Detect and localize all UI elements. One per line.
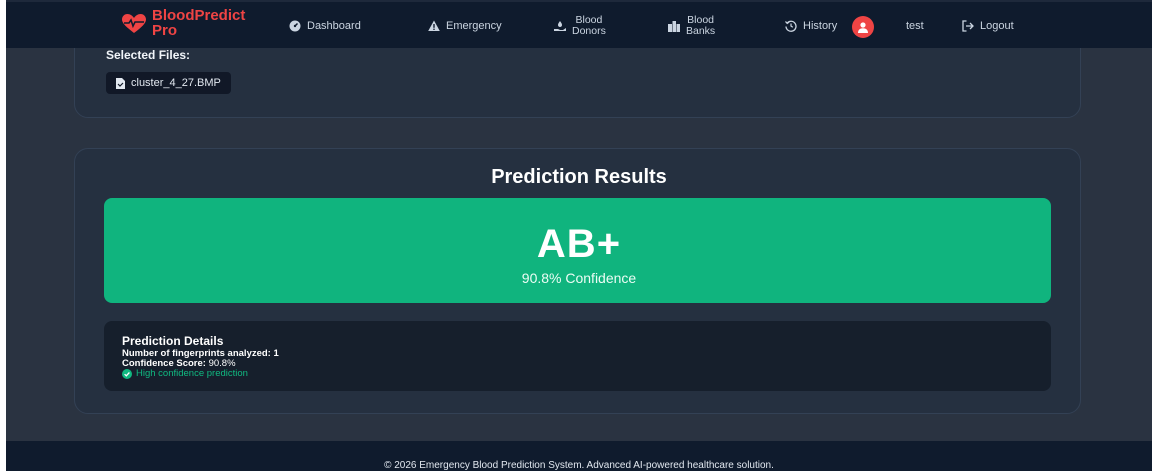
warning-icon	[428, 20, 440, 31]
footer-copyright: © 2026 Emergency Blood Prediction System…	[384, 460, 774, 471]
nav-dashboard[interactable]: Dashboard	[289, 2, 361, 50]
brand-suffix: Pro	[152, 22, 178, 39]
hand-holding-icon	[554, 21, 566, 31]
nav-banks-label-2: Banks	[686, 25, 716, 37]
results-title: Prediction Results	[491, 166, 667, 188]
username[interactable]: test	[906, 2, 924, 50]
nav-logout[interactable]: Logout	[962, 2, 1014, 50]
heartbeat-icon	[122, 14, 146, 33]
details-title: Prediction Details	[122, 334, 224, 348]
user-icon	[858, 21, 868, 33]
fingerprints-value: 1	[273, 348, 279, 359]
brand-logo[interactable]: BloodPredict Pro	[122, 8, 245, 38]
predicted-blood-type: AB+	[536, 222, 622, 266]
file-chip: cluster_4_27.BMP	[106, 72, 231, 94]
nav-emergency[interactable]: Emergency	[428, 2, 502, 50]
file-name: cluster_4_27.BMP	[131, 77, 221, 89]
nav-history-label: History	[803, 20, 838, 32]
app-window: Selected Files: cluster_4_27.BMP BloodPr…	[6, 0, 1152, 471]
brand-name: BloodPredict	[152, 7, 246, 24]
check-circle-icon	[122, 368, 132, 379]
nav-emergency-label: Emergency	[446, 20, 502, 32]
nav-blood-banks[interactable]: Blood Banks	[668, 2, 715, 50]
high-confidence-label: High confidence prediction	[136, 368, 248, 379]
nav-donors-label-2: Donors	[572, 25, 606, 37]
nav-blood-donors[interactable]: Blood Donors	[554, 2, 606, 50]
selected-files-label: Selected Files:	[106, 48, 191, 62]
top-navbar: BloodPredict Pro Dashboard Emergency Blo…	[6, 0, 1152, 48]
nav-dashboard-label: Dashboard	[307, 20, 361, 32]
nav-history[interactable]: History	[785, 2, 837, 50]
nav-logout-label: Logout	[980, 20, 1014, 32]
gauge-icon	[289, 20, 301, 32]
history-icon	[785, 20, 797, 32]
user-avatar[interactable]	[852, 16, 874, 38]
logout-icon	[962, 20, 974, 32]
file-icon	[116, 77, 125, 89]
hospital-icon	[668, 21, 680, 32]
confidence-text: 90.8% Confidence	[521, 270, 637, 286]
high-confidence-indicator: High confidence prediction	[122, 368, 248, 379]
